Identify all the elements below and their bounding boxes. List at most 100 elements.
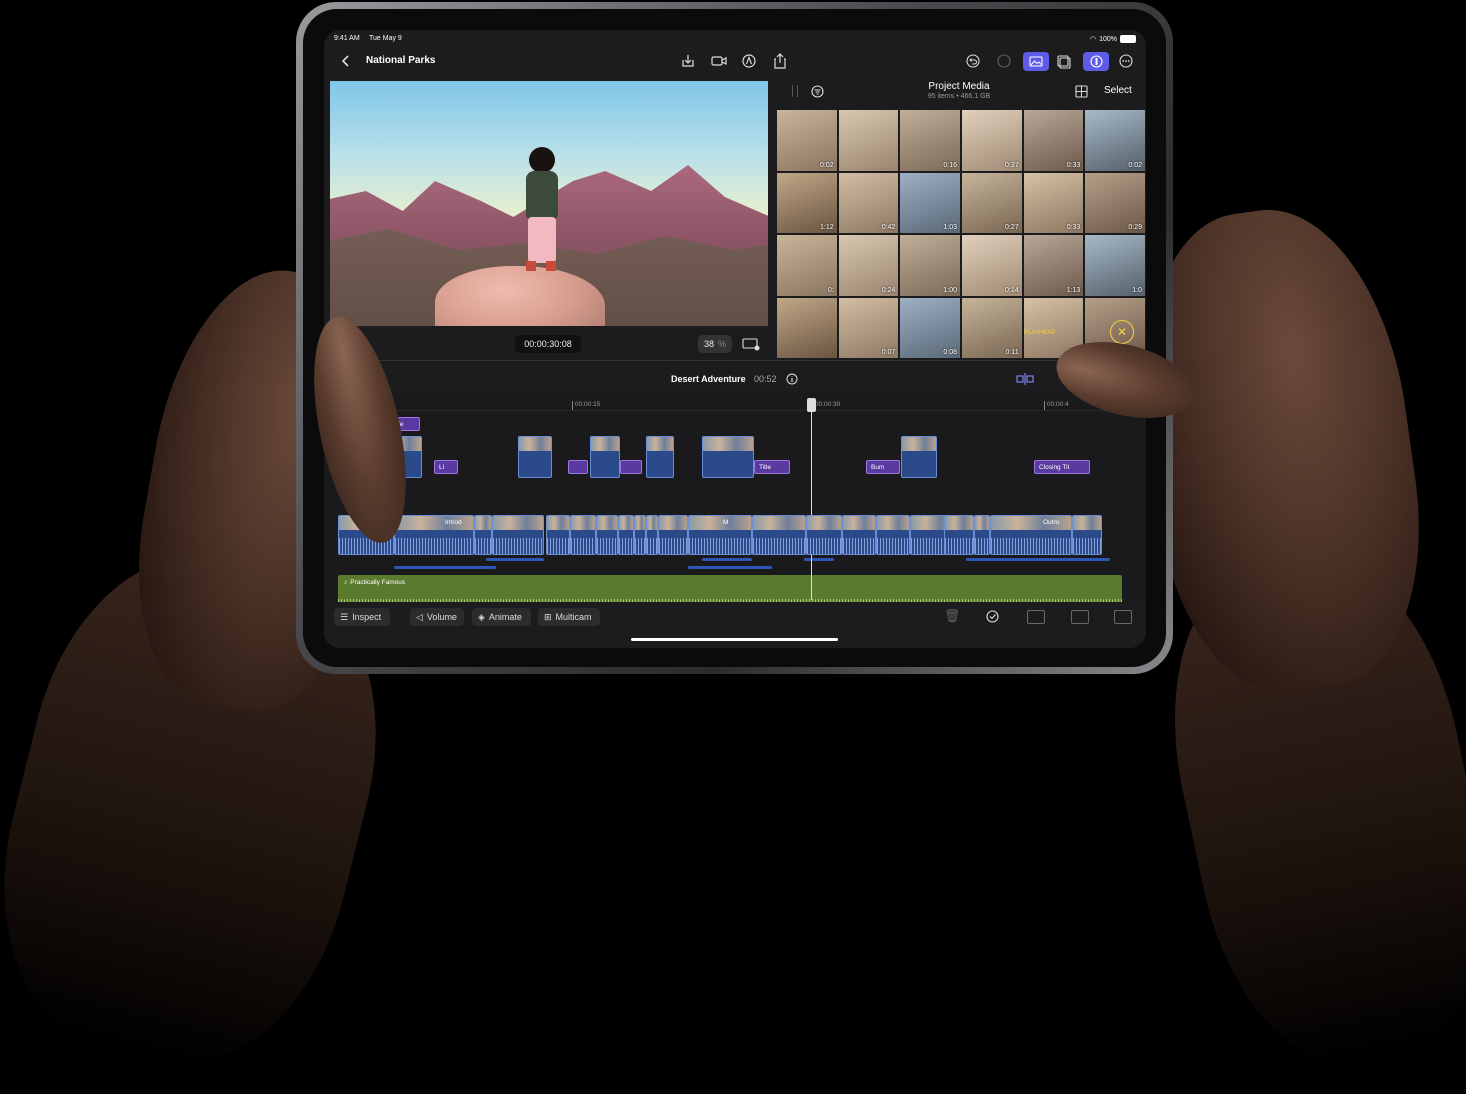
snapping-button[interactable] (1014, 371, 1036, 387)
media-thumbnail[interactable]: 1:00 (900, 235, 960, 296)
connected-clip[interactable] (518, 436, 552, 478)
media-thumbnail[interactable]: 0:14 (962, 235, 1022, 296)
media-thumbnail[interactable]: 0:02 (1085, 110, 1145, 171)
delete-button[interactable]: 🗑 (944, 608, 961, 623)
audio-bar[interactable] (702, 558, 752, 561)
title-clip[interactable]: Title (754, 460, 790, 474)
viewer-options-button[interactable] (740, 336, 762, 352)
connected-clip[interactable] (590, 436, 620, 478)
storyline-clip[interactable] (618, 515, 634, 555)
redo-button[interactable] (995, 52, 1013, 70)
filter-button[interactable] (810, 84, 824, 98)
storyline-clip[interactable] (570, 515, 596, 555)
connected-clip[interactable] (702, 436, 754, 478)
clip-waveform (571, 538, 595, 554)
animate-icon: ◈ (478, 611, 485, 622)
storyline-clip[interactable] (944, 515, 974, 555)
title-clip-icon[interactable] (568, 460, 588, 474)
media-thumbnail[interactable]: 0:08 (900, 297, 960, 358)
title-clip[interactable]: Ll (434, 460, 458, 474)
media-thumbnail[interactable]: 0:02 (777, 110, 837, 171)
zoom-unit: % (718, 339, 727, 349)
media-thumbnail[interactable]: 1:13 (1023, 235, 1084, 296)
trim-start-button[interactable] (1071, 610, 1089, 624)
grid-view-button[interactable] (1074, 84, 1088, 98)
media-thumbnail[interactable]: 0: (777, 235, 837, 296)
connected-clip[interactable] (901, 436, 937, 478)
title-clip[interactable]: Closing Tit (1034, 460, 1090, 474)
audio-bar[interactable] (966, 558, 1110, 561)
storyline-clip[interactable] (596, 515, 618, 555)
audio-bar[interactable] (804, 558, 834, 561)
clip-duration: 0:16 (943, 161, 957, 169)
storyline-clip[interactable] (658, 515, 688, 555)
media-thumbnail[interactable] (838, 110, 899, 171)
inspector-toggle-button[interactable] (1083, 52, 1109, 71)
audio-bar[interactable] (688, 566, 772, 569)
media-thumbnail[interactable]: 0:24 (838, 235, 899, 296)
connected-clip[interactable] (646, 436, 674, 478)
media-thumbnail[interactable]: 1:0 (1085, 235, 1145, 296)
media-thumbnail[interactable]: 1:03 (900, 172, 960, 233)
split-button[interactable] (1027, 610, 1045, 624)
storyline-clip[interactable] (474, 515, 492, 555)
media-thumbnail[interactable]: 0:37 (962, 110, 1022, 171)
media-thumbnail[interactable]: 0:16 (900, 110, 960, 171)
storyline-clip[interactable] (634, 515, 646, 555)
media-thumbnail[interactable]: 0:29 (1085, 172, 1145, 233)
confirm-button[interactable] (985, 609, 999, 623)
audio-bar[interactable] (486, 558, 544, 561)
playhead-handle[interactable] (807, 398, 816, 412)
storyline-clip[interactable]: Outro (990, 515, 1072, 555)
voiceover-button[interactable] (740, 52, 758, 70)
inspect-button[interactable]: ☰ Inspect (334, 608, 390, 626)
zoom-control[interactable]: 38 % (698, 335, 732, 353)
storyline-clip[interactable] (492, 515, 544, 555)
storyline-clip[interactable] (842, 515, 876, 555)
drag-handle-icon[interactable] (792, 85, 798, 97)
storyline-clip[interactable] (806, 515, 842, 555)
close-scrubber-button[interactable]: ✕ (1110, 320, 1134, 344)
video-viewer[interactable] (330, 81, 768, 326)
media-thumbnail[interactable]: 0:07 (838, 297, 899, 358)
browser-options-button[interactable] (1054, 52, 1074, 71)
animate-button[interactable]: ◈ Animate (472, 608, 531, 626)
storyline-clip[interactable]: Introd (394, 515, 474, 555)
media-thumbnail[interactable]: 0:42 (838, 172, 899, 233)
storyline-clip[interactable] (752, 515, 806, 555)
storyline-clip[interactable] (974, 515, 990, 555)
storyline-clip[interactable] (876, 515, 910, 555)
storyline-clip[interactable]: M (688, 515, 752, 555)
camera-button[interactable] (709, 52, 729, 70)
import-button[interactable] (679, 52, 697, 70)
share-button[interactable] (771, 51, 789, 71)
media-browser-button[interactable] (1023, 52, 1049, 71)
project-info-button[interactable] (785, 372, 799, 386)
media-thumbnail[interactable]: 0:27 (962, 172, 1022, 233)
multicam-button[interactable]: ⊞ Multicam (538, 608, 600, 626)
multicam-label: Multicam (555, 612, 592, 622)
media-thumbnail[interactable]: 0:11 (962, 297, 1022, 358)
media-thumbnail[interactable]: 0:33 (1023, 172, 1084, 233)
select-button[interactable]: Select (1104, 85, 1132, 96)
storyline-clip[interactable] (1072, 515, 1102, 555)
more-button[interactable] (1117, 52, 1135, 70)
volume-button[interactable]: ◁ Volume (410, 608, 464, 626)
timecode-display[interactable]: 00:00:30:08 (515, 335, 581, 353)
media-thumbnail[interactable]: 0:33 (1023, 110, 1084, 171)
audio-bar[interactable] (394, 566, 496, 569)
storyline-clip[interactable] (546, 515, 570, 555)
media-thumbnail[interactable]: 1:12 (777, 172, 837, 233)
playhead[interactable] (811, 400, 812, 600)
person-coat (526, 171, 558, 219)
storyline-clip[interactable] (646, 515, 658, 555)
screen: 9:41 AM Tue May 9 ◠ 100% National Parks (324, 30, 1146, 648)
undo-button[interactable] (964, 52, 982, 70)
media-thumbnail[interactable] (777, 297, 837, 358)
timeline[interactable]: 00:00:15 00:00:30 00:00:4 sential Title … (324, 392, 1146, 615)
title-clip[interactable]: Bum (866, 460, 900, 474)
back-button[interactable] (338, 52, 354, 70)
title-clip-icon[interactable] (620, 460, 642, 474)
trim-end-button[interactable] (1114, 610, 1132, 624)
person-pants (528, 217, 556, 263)
